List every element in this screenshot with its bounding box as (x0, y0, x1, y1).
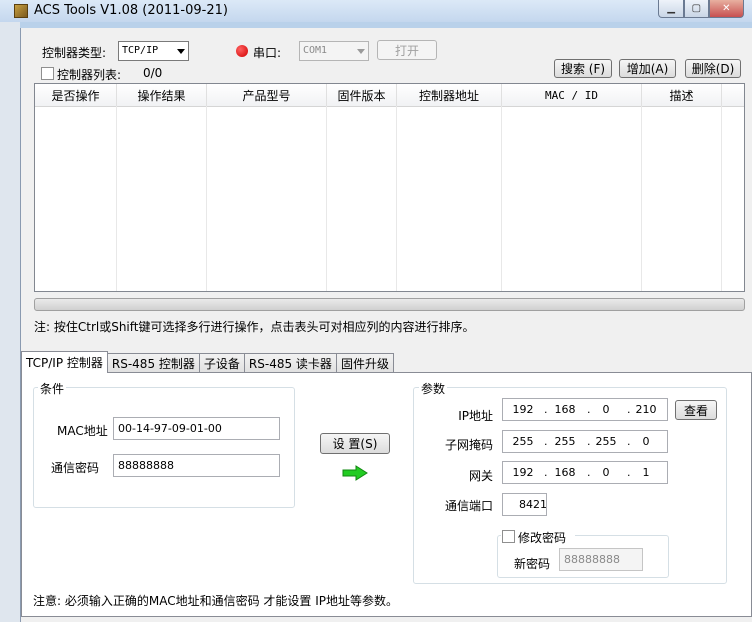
set-button[interactable]: 设 置(S) (320, 433, 390, 454)
maximize-button[interactable]: ▢ (684, 0, 709, 18)
tab-tcpip-controller[interactable]: TCP/IP 控制器 (21, 351, 108, 373)
column-divider (396, 106, 397, 291)
controller-type-value: TCP/IP (122, 45, 159, 56)
ip-address-input[interactable]: 192 . 168 . 0 . 210 (502, 398, 668, 421)
mask-octet: 255 (595, 435, 617, 448)
view-button[interactable]: 查看 (675, 400, 717, 420)
mask-octet: 255 (554, 435, 576, 448)
controller-type-label: 控制器类型: (42, 46, 107, 60)
ip-dot: . (587, 435, 591, 448)
ip-octet: 168 (554, 403, 576, 416)
green-arrow-icon (342, 465, 368, 481)
ip-dot: . (627, 466, 631, 479)
gateway-octet: 168 (554, 466, 576, 479)
mac-address-label: MAC地址 (57, 424, 108, 438)
new-password-value: 88888888 (564, 553, 620, 566)
change-password-checkbox[interactable] (502, 530, 515, 543)
subnet-mask-input[interactable]: 255 . 255 . 255 . 0 (502, 430, 668, 453)
new-password-input[interactable]: 88888888 (559, 548, 643, 571)
serial-port-label: 串口: (253, 46, 282, 60)
password-value: 88888888 (118, 459, 174, 472)
condition-group-title: 条件 (38, 380, 67, 397)
gateway-octet: 1 (642, 466, 650, 479)
chevron-down-icon (357, 49, 365, 54)
controller-table[interactable]: 是否操作 操作结果 产品型号 固件版本 控制器地址 MAC / ID 描述 (34, 83, 745, 292)
port-label: 通信端口 (444, 499, 493, 513)
minimize-button[interactable]: ▁ (658, 0, 685, 18)
password-input[interactable]: 88888888 (113, 454, 280, 477)
change-password-label: 修改密码 (518, 529, 567, 546)
column-header-operate[interactable]: 是否操作 (35, 84, 117, 106)
port-input[interactable]: 8421 (502, 493, 547, 516)
table-header: 是否操作 操作结果 产品型号 固件版本 控制器地址 MAC / ID 描述 (35, 84, 744, 107)
app-icon (14, 4, 28, 18)
tab-rs485-reader[interactable]: RS-485 读卡器 (243, 353, 337, 373)
mask-octet: 0 (642, 435, 650, 448)
gateway-octet: 0 (602, 466, 610, 479)
column-divider (206, 106, 207, 291)
ip-dot: . (544, 403, 548, 416)
condition-group (33, 387, 295, 508)
table-hint: 注: 按住Ctrl或Shift键可选择多行进行操作，点击表头可对相应列的内容进行… (34, 320, 475, 334)
column-header-firmware[interactable]: 固件版本 (327, 84, 397, 106)
ip-dot: . (627, 435, 631, 448)
window-title: ACS Tools V1.08 (2011-09-21) (34, 3, 228, 18)
column-header-mac[interactable]: MAC / ID (502, 84, 642, 106)
gateway-octet: 192 (512, 466, 534, 479)
column-header-address[interactable]: 控制器地址 (397, 84, 502, 106)
column-divider (641, 106, 642, 291)
serial-port-select[interactable]: COM1 (299, 41, 369, 61)
horizontal-scrollbar[interactable] (34, 298, 745, 311)
delete-button[interactable]: 删除(D) (685, 59, 741, 78)
column-divider (501, 106, 502, 291)
controller-list-checkbox[interactable] (41, 67, 54, 80)
column-header-result[interactable]: 操作结果 (117, 84, 207, 106)
status-led-icon (236, 45, 248, 57)
window-left-edge (0, 22, 20, 622)
minimize-icon: ▁ (667, 3, 675, 14)
column-header-model[interactable]: 产品型号 (207, 84, 327, 106)
ip-dot: . (627, 403, 631, 416)
controller-list-label: 控制器列表: (57, 68, 122, 82)
add-button[interactable]: 增加(A) (619, 59, 676, 78)
params-group-title: 参数 (419, 380, 448, 397)
controller-count: 0/0 (143, 66, 163, 80)
tab-rs485-controller[interactable]: RS-485 控制器 (106, 353, 200, 373)
mask-octet: 255 (512, 435, 534, 448)
ip-octet: 0 (602, 403, 610, 416)
ip-dot: . (587, 466, 591, 479)
gateway-input[interactable]: 192 . 168 . 0 . 1 (502, 461, 668, 484)
ip-octet: 192 (512, 403, 534, 416)
subnet-mask-label: 子网掩码 (444, 438, 493, 452)
column-divider (326, 106, 327, 291)
open-button[interactable]: 打开 (377, 40, 437, 60)
ip-dot: . (587, 403, 591, 416)
chevron-down-icon (177, 49, 185, 54)
tab-bar: TCP/IP 控制器 RS-485 控制器 子设备 RS-485 读卡器 固件升… (21, 351, 394, 373)
port-value: 8421 (519, 498, 547, 511)
search-button[interactable]: 搜索 (F) (554, 59, 612, 78)
ip-dot: . (544, 435, 548, 448)
mac-address-input[interactable]: 00-14-97-09-01-00 (113, 417, 280, 440)
close-button[interactable]: ✕ (708, 0, 744, 18)
ip-address-label: IP地址 (458, 409, 493, 423)
bottom-warning: 注意: 必须输入正确的MAC地址和通信密码 才能设置 IP地址等参数。 (33, 594, 398, 608)
column-divider (116, 106, 117, 291)
tab-sub-device[interactable]: 子设备 (198, 353, 245, 373)
ip-dot: . (544, 466, 548, 479)
column-divider (721, 106, 722, 291)
maximize-icon: ▢ (691, 3, 702, 14)
password-label: 通信密码 (51, 461, 100, 475)
column-header-description[interactable]: 描述 (642, 84, 722, 106)
ip-octet: 210 (635, 403, 657, 416)
new-password-label: 新密码 (514, 557, 551, 571)
serial-port-value: COM1 (303, 45, 328, 56)
mac-address-value: 00-14-97-09-01-00 (118, 422, 222, 435)
controller-type-select[interactable]: TCP/IP (118, 41, 189, 61)
tab-firmware-upgrade[interactable]: 固件升级 (335, 353, 394, 373)
close-icon: ✕ (722, 3, 731, 14)
window-controls: ▁ ▢ ✕ (658, 0, 744, 18)
gateway-label: 网关 (468, 469, 493, 483)
